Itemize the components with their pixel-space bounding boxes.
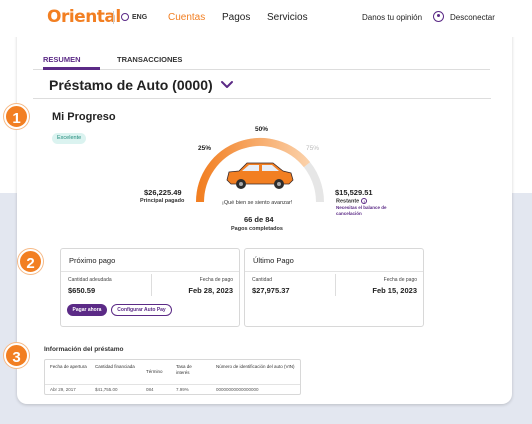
table-header-rate: Tasa de interés [176, 364, 192, 375]
setup-autopay-button[interactable]: Configurar Auto Pay [111, 304, 172, 316]
tab-resumen[interactable]: RESUMEN [43, 55, 81, 64]
active-tab-indicator [43, 67, 100, 70]
table-cell-term: 084 [146, 387, 154, 392]
loan-info-table: Fecha de apertura Cantidad financiada Té… [44, 359, 301, 395]
last-payment-divider [245, 271, 423, 272]
step-badge-1: 1 [4, 104, 29, 129]
status-badge: Excelente [52, 133, 87, 144]
nav-link-pagos[interactable]: Pagos [222, 12, 250, 23]
table-row-divider [45, 384, 300, 385]
next-payment-title: Próximo pago [69, 256, 116, 265]
next-date-label: Fecha de pago [199, 277, 233, 283]
nav-link-servicios[interactable]: Servicios [267, 12, 308, 23]
last-payment-title: Último Pago [253, 256, 294, 265]
car-icon [226, 162, 294, 189]
next-date-value: Feb 28, 2023 [188, 286, 233, 295]
last-amount-value: $27,975.37 [252, 286, 290, 295]
language-selector[interactable]: ENG [121, 13, 147, 21]
last-amount-label: Cantidad [252, 277, 273, 283]
table-cell-opening-date: Abr 29, 2017 [50, 387, 76, 392]
top-nav: Oriental ENG Cuentas Pagos Servicios Dan… [0, 0, 532, 37]
principal-paid-amount: $26,225.49 [144, 188, 182, 197]
logout-link[interactable]: Desconectar [450, 13, 495, 22]
payoff-balance-link[interactable]: Necesitas el balance de cancelación [336, 205, 396, 217]
table-header-vin: Número de identificación del auto (VIN) [216, 364, 295, 369]
table-cell-financed: $41,755.00 [95, 387, 118, 392]
remaining-amount: $15,529.51 [335, 188, 373, 197]
loan-title: Préstamo de Auto (0000) [49, 77, 213, 93]
principal-paid-label: Principal pagado [140, 198, 185, 204]
nav-link-cuentas[interactable]: Cuentas [168, 12, 205, 23]
step-badge-3: 3 [4, 343, 29, 368]
nav-divider [113, 11, 114, 24]
globe-icon [121, 13, 129, 21]
payments-count: 66 de 84 [244, 215, 274, 224]
next-payment-vsep [151, 274, 152, 296]
feedback-link[interactable]: Danos tu opinión [362, 13, 422, 22]
table-cell-rate: 7.99% [176, 387, 189, 392]
user-icon [433, 11, 444, 22]
account-tabs: RESUMEN TRANSACCIONES [33, 48, 490, 70]
table-header-financed: Cantidad financiada [95, 364, 135, 369]
payments-label: Pagos completados [231, 226, 283, 232]
table-header-opening-date: Fecha de apertura [50, 364, 87, 369]
last-date-label: Fecha de pago [383, 277, 417, 283]
pay-now-button[interactable]: Pagar ahora [67, 304, 107, 316]
car-caption: ¡Qué bien se siento avanzar! [222, 200, 293, 206]
last-payment-card: Último Pago Cantidad $27,975.37 Fecha de… [244, 248, 424, 327]
last-date-value: Feb 15, 2023 [372, 286, 417, 295]
chevron-down-icon[interactable] [220, 80, 234, 90]
oriental-logo[interactable]: Oriental [47, 7, 121, 27]
step-badge-2: 2 [18, 249, 43, 274]
next-amount-label: Cantidad adeudada [68, 277, 112, 283]
remaining-label: Restante [336, 198, 360, 205]
loan-info-title: Información del préstamo [44, 346, 124, 353]
progress-title: Mi Progreso [52, 111, 116, 123]
table-header-term: Término [146, 369, 163, 374]
next-amount-value: $650.59 [68, 286, 96, 295]
tab-transacciones[interactable]: TRANSACCIONES [117, 55, 182, 64]
next-payment-divider [61, 271, 239, 272]
remaining-label-wrap: Restante i [336, 198, 368, 205]
last-payment-vsep [335, 274, 336, 296]
section-divider [33, 98, 491, 99]
info-icon[interactable]: i [361, 198, 368, 204]
table-cell-vin: 00000000000000000 [216, 387, 259, 392]
language-label: ENG [132, 13, 148, 21]
